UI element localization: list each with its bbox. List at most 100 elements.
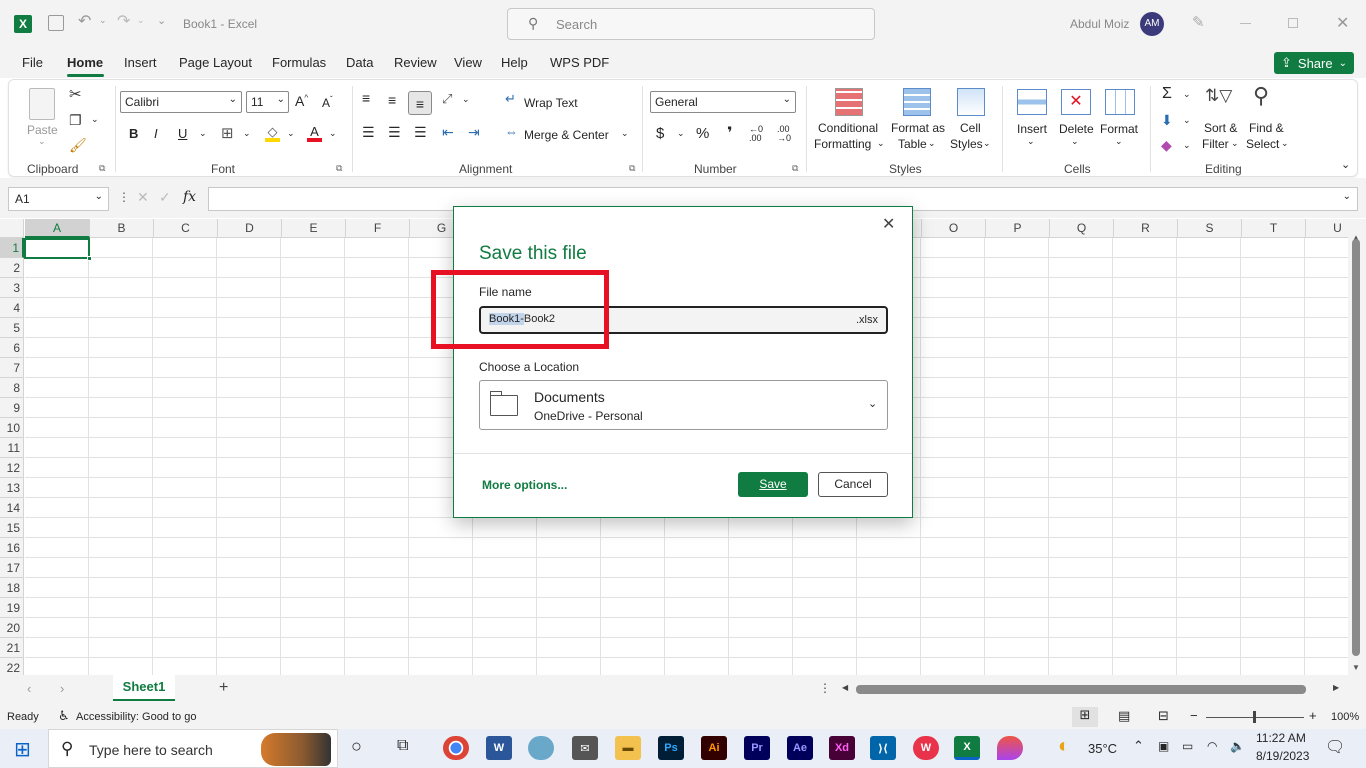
increase-font-size-icon[interactable]: A^: [295, 93, 308, 109]
undo-dropdown-icon[interactable]: ⌄: [99, 15, 107, 26]
fill-dropdown-icon[interactable]: ⌄: [1183, 115, 1191, 126]
cell-styles-label-1[interactable]: Cell: [960, 121, 981, 135]
tab-help[interactable]: Help: [501, 55, 528, 70]
align-left-icon[interactable]: ☰: [362, 124, 375, 141]
sort-filter-label-2[interactable]: Filter: [1202, 137, 1229, 151]
clear-icon[interactable]: ◆: [1161, 137, 1172, 154]
cancel-entry-icon[interactable]: ✕: [137, 189, 149, 206]
font-color-dropdown-icon[interactable]: ⌄: [329, 128, 337, 139]
conditional-dropdown-icon[interactable]: ⌄: [877, 138, 885, 149]
cell-styles-label-2[interactable]: Styles: [950, 137, 983, 151]
cell-styles-icon[interactable]: [957, 88, 985, 116]
column-header-r[interactable]: R: [1114, 219, 1178, 238]
column-header-a[interactable]: A: [25, 219, 90, 238]
number-format-select[interactable]: General ⌄: [650, 91, 796, 113]
customize-qat-icon[interactable]: ⌄: [157, 14, 166, 27]
underline-dropdown-icon[interactable]: ⌄: [199, 128, 207, 139]
file-explorer-icon[interactable]: ▬: [615, 736, 641, 760]
cut-icon[interactable]: ✂: [69, 85, 82, 103]
wrap-text-icon[interactable]: ↵: [505, 91, 516, 107]
font-size-select[interactable]: 11 ⌄: [246, 91, 289, 113]
sort-filter-icon[interactable]: ⇅▽: [1205, 86, 1232, 106]
column-header-e[interactable]: E: [282, 219, 346, 238]
tab-formulas[interactable]: Formulas: [272, 55, 326, 70]
column-header-d[interactable]: D: [218, 219, 282, 238]
row-header-10[interactable]: 10: [0, 418, 24, 438]
sort-dropdown-icon[interactable]: ⌄: [1231, 138, 1239, 149]
wps-icon[interactable]: W: [913, 736, 939, 760]
row-header-7[interactable]: 7: [0, 358, 24, 378]
clear-dropdown-icon[interactable]: ⌄: [1183, 140, 1191, 151]
battery-icon[interactable]: ▭: [1182, 739, 1193, 753]
close-icon[interactable]: ✕: [1336, 13, 1349, 33]
delete-cells-icon[interactable]: ✕: [1061, 89, 1091, 115]
decrease-decimal-icon[interactable]: .00 →0: [777, 125, 791, 143]
more-options-link[interactable]: More options...: [482, 478, 567, 492]
task-view-icon[interactable]: ⧉: [397, 737, 408, 755]
row-header-13[interactable]: 13: [0, 478, 24, 498]
tab-view[interactable]: View: [454, 55, 482, 70]
sheet-tab-sheet1[interactable]: Sheet1: [113, 675, 175, 701]
clock-time[interactable]: 11:22 AM: [1256, 731, 1306, 745]
word-icon[interactable]: W: [486, 736, 512, 760]
vertical-scrollbar[interactable]: ▲ ▼: [1348, 219, 1366, 675]
tab-data[interactable]: Data: [346, 55, 373, 70]
column-header-b[interactable]: B: [90, 219, 154, 238]
normal-view-icon[interactable]: ⊞: [1072, 707, 1098, 727]
fill-icon[interactable]: ⬇: [1161, 112, 1173, 129]
borders-dropdown-icon[interactable]: ⌄: [243, 128, 251, 139]
horizontal-scroll-thumb[interactable]: [856, 685, 1306, 694]
row-header-2[interactable]: 2: [0, 258, 24, 278]
cell-styles-dropdown-icon[interactable]: ⌄: [983, 138, 991, 149]
conditional-formatting-label-1[interactable]: Conditional: [818, 121, 878, 135]
redo-dropdown-icon[interactable]: ⌄: [137, 15, 145, 26]
format-table-dropdown-icon[interactable]: ⌄: [928, 138, 936, 149]
row-header-8[interactable]: 8: [0, 378, 24, 398]
autosum-icon[interactable]: Σ: [1162, 85, 1172, 103]
copy-icon[interactable]: ❐: [69, 112, 82, 129]
taskbar-search-box[interactable]: ⚲ Type here to search: [48, 729, 338, 768]
zoom-slider-thumb[interactable]: [1253, 711, 1256, 723]
merge-center-button[interactable]: Merge & Center: [524, 128, 609, 142]
undo-icon[interactable]: ↶: [78, 11, 91, 31]
xd-icon[interactable]: Xd: [829, 736, 855, 760]
row-header-9[interactable]: 9: [0, 398, 24, 418]
column-header-s[interactable]: S: [1178, 219, 1242, 238]
conditional-formatting-label-2[interactable]: Formatting: [814, 137, 871, 151]
row-header-4[interactable]: 4: [0, 298, 24, 318]
orientation-dropdown-icon[interactable]: ⌄: [462, 94, 470, 105]
collapse-ribbon-icon[interactable]: ⌄: [1341, 158, 1350, 171]
clock-date[interactable]: 8/19/2023: [1256, 749, 1309, 763]
column-header-t[interactable]: T: [1242, 219, 1306, 238]
page-layout-view-icon[interactable]: ▤: [1118, 708, 1130, 724]
delete-cells-button[interactable]: Delete: [1059, 122, 1094, 136]
delete-dropdown-icon[interactable]: ⌄: [1071, 136, 1079, 147]
align-middle-icon[interactable]: ≡: [388, 92, 396, 108]
row-header-11[interactable]: 11: [0, 438, 24, 458]
row-header-6[interactable]: 6: [0, 338, 24, 358]
align-top-icon[interactable]: ≡: [362, 90, 370, 106]
tab-insert[interactable]: Insert: [124, 55, 157, 70]
orientation-icon[interactable]: ⤢: [442, 91, 452, 107]
insert-dropdown-icon[interactable]: ⌄: [1027, 136, 1035, 147]
row-header-19[interactable]: 19: [0, 598, 24, 618]
chrome-icon[interactable]: [443, 736, 469, 760]
column-header-f[interactable]: F: [346, 219, 410, 238]
tab-wps-pdf[interactable]: WPS PDF: [550, 55, 609, 70]
column-header-o[interactable]: O: [922, 219, 986, 238]
format-as-table-icon[interactable]: [903, 88, 931, 116]
row-header-21[interactable]: 21: [0, 638, 24, 658]
maximize-icon[interactable]: [1288, 18, 1298, 28]
clipboard-launcher-icon[interactable]: ⧉: [99, 163, 105, 174]
format-as-table-label-1[interactable]: Format as: [891, 121, 945, 135]
weather-icon[interactable]: ◐: [1058, 735, 1070, 758]
fill-color-dropdown-icon[interactable]: ⌄: [287, 128, 295, 139]
format-as-table-label-2[interactable]: Table: [898, 137, 927, 151]
tab-file[interactable]: File: [22, 55, 43, 70]
sort-filter-label-1[interactable]: Sort &: [1204, 121, 1237, 135]
font-name-select[interactable]: Calibri ⌄: [120, 91, 242, 113]
column-header-c[interactable]: C: [154, 219, 218, 238]
wifi-icon[interactable]: ◠: [1207, 739, 1217, 753]
tab-review[interactable]: Review: [394, 55, 437, 70]
premiere-icon[interactable]: Pr: [744, 736, 770, 760]
